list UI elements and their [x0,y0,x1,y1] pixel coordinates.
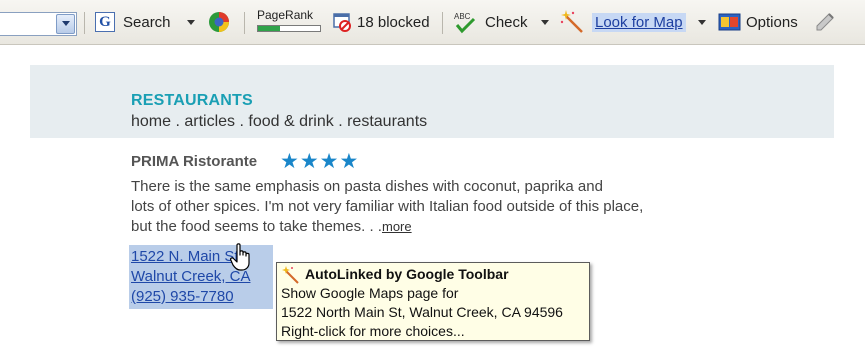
section-title: RESTAURANTS [131,92,253,109]
search-dropdown-button[interactable] [187,0,195,44]
chevron-down-icon [61,21,70,26]
pagerank-label: PageRank [257,8,314,22]
search-combobox[interactable] [0,12,77,36]
more-link[interactable]: more [382,219,412,234]
highlighter-button[interactable] [813,0,837,44]
description-text: but the food seems to take themes. . . [131,218,382,235]
description-line: lots of other spices. I'm not very famil… [131,198,644,215]
spellcheck-icon: ABC [454,12,476,34]
tooltip-title: AutoLinked by Google Toolbar [305,266,509,282]
breadcrumb: home . articles . food & drink . restaur… [131,113,428,130]
toolbar-separator [84,12,85,34]
check-dropdown-button[interactable] [541,0,549,44]
chevron-down-icon [187,19,195,25]
options-label: Options [746,13,798,31]
autolink-button[interactable]: Look for Map [560,0,686,44]
combobox-dropdown-button[interactable] [56,14,75,34]
look-for-map-label: Look for Map [592,12,686,32]
pagerank-bar-fill [258,26,280,31]
description-line: but the food seems to take themes. . .mo… [131,217,751,237]
search-label: Search [123,13,171,31]
chevron-down-icon [541,19,549,25]
blocked-count-label: 18 blocked [357,13,430,31]
svg-text:ABC: ABC [454,12,471,21]
spellcheck-button[interactable]: ABC Check [453,0,528,44]
rating-stars: ★★★★ [280,150,360,173]
phone-link[interactable]: (925) 935-7780 [131,287,271,307]
restaurant-description: There is the same emphasis on pasta dish… [131,177,751,237]
pagerank-meter[interactable]: PageRank [257,0,321,44]
options-button[interactable]: Options [718,0,798,44]
restaurant-name: PRIMA Ristorante [131,153,258,170]
tooltip-line: Show Google Maps page for [281,285,459,301]
news-button[interactable] [207,0,231,44]
google-toolbar: G Search PageRank 18 blocked ABC Check L… [0,0,865,45]
hand-cursor-icon [230,243,250,271]
popup-blocker-button[interactable]: 18 blocked [331,0,430,44]
tooltip-line: Right-click for more choices... [281,323,465,339]
toolbar-separator [244,12,245,34]
toolbar-separator [442,12,443,34]
popup-blocked-icon [333,13,351,32]
autolink-dropdown-button[interactable] [698,0,706,44]
globe-icon [209,12,229,32]
search-button[interactable]: G Search [95,0,171,44]
autolink-tooltip: AutoLinked by Google Toolbar Show Google… [276,262,590,341]
chevron-down-icon [698,19,706,25]
magic-wand-icon [282,265,299,284]
tooltip-line: 1522 North Main St, Walnut Creek, CA 945… [281,304,563,320]
pagerank-bar [257,25,321,32]
description-line: There is the same emphasis on pasta dish… [131,178,603,195]
highlighter-icon [816,13,834,31]
check-label: Check [485,13,528,31]
magic-wand-icon [560,10,583,33]
options-icon [718,13,741,31]
google-g-icon: G [95,12,115,32]
tooltip-title-row: AutoLinked by Google Toolbar [281,265,585,284]
